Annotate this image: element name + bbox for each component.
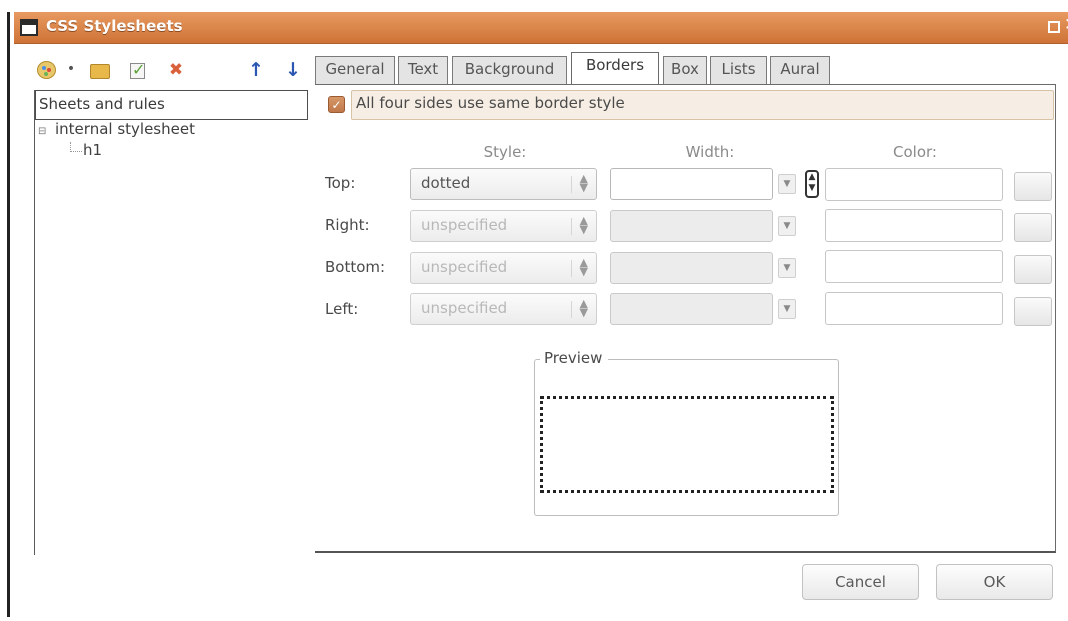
border-preview-box [540,396,834,493]
tree-branch-line [70,142,82,152]
column-header-style: Style: [483,143,527,161]
tab-general[interactable]: General [315,56,395,84]
left-color-input[interactable] [825,292,1003,325]
left-style-value: unspecified [421,299,508,317]
tab-aural[interactable]: Aural [770,56,830,84]
spin-arrows-icon: ▲ ▼ [579,172,588,194]
same-style-checkbox[interactable]: ✓ [328,96,345,113]
maximize-icon[interactable] [1048,21,1060,33]
palette-icon[interactable] [34,58,58,82]
spin-arrows-icon: ▲ ▼ [579,214,588,236]
title-bar[interactable]: CSS Stylesheets ✕ [14,12,1068,44]
window-title: CSS Stylesheets [46,17,183,35]
tree-header[interactable]: Sheets and rules [35,90,308,120]
top-width-input[interactable] [610,168,773,200]
top-style-value: dotted [421,174,471,192]
top-color-input[interactable] [825,168,1003,201]
tree-item-internal-stylesheet[interactable]: internal stylesheet [55,120,195,138]
bottom-width-input[interactable] [610,252,773,284]
column-header-width: Width: [685,143,735,161]
bottom-color-input[interactable] [825,250,1003,283]
left-style-select[interactable]: unspecified ▲ ▼ [410,293,597,325]
ok-button[interactable]: OK [936,564,1053,600]
right-width-input[interactable] [610,210,773,242]
row-label-right: Right: [325,216,370,234]
collapse-icon[interactable]: ⊟ [38,126,46,137]
close-icon[interactable]: ✕ [1064,15,1068,35]
tab-borders[interactable]: Borders [571,52,659,85]
bottom-width-dropdown[interactable]: ▼ [778,258,796,278]
tree-item-h1[interactable]: h1 [83,141,102,159]
bottom-color-picker-button[interactable] [1014,255,1052,284]
left-width-input[interactable] [610,293,773,325]
edit-rule-icon[interactable]: ✓ [124,58,148,82]
tab-lists[interactable]: Lists [710,56,767,84]
top-width-dropdown[interactable]: ▼ [778,174,796,194]
right-style-value: unspecified [421,216,508,234]
window-frame-edge [7,12,10,617]
right-color-picker-button[interactable] [1014,213,1052,242]
row-label-top: Top: [325,174,356,192]
tab-text[interactable]: Text [398,56,448,84]
left-color-picker-button[interactable] [1014,297,1052,326]
dropdown-dot-icon[interactable]: • [66,58,76,82]
right-color-input[interactable] [825,209,1003,242]
window-icon [20,19,38,36]
spin-arrows-icon: ▲ ▼ [579,256,588,278]
cancel-button[interactable]: Cancel [802,564,919,600]
stylesheet-tree[interactable]: Sheets and rules ⊟ internal stylesheet h… [34,90,308,555]
spin-arrows-icon: ▲ ▼ [579,297,588,319]
row-label-bottom: Bottom: [325,258,386,276]
tab-box[interactable]: Box [663,56,707,84]
right-width-dropdown[interactable]: ▼ [778,216,796,236]
preview-label: Preview [540,349,609,367]
bottom-style-select[interactable]: unspecified ▲ ▼ [410,252,597,284]
move-up-icon[interactable]: ↑ [244,58,268,82]
move-down-icon[interactable]: ↓ [281,58,305,82]
import-folder-icon[interactable] [86,58,110,82]
row-label-left: Left: [325,300,359,318]
tab-background[interactable]: Background [452,56,567,84]
left-width-dropdown[interactable]: ▼ [778,299,796,319]
right-style-select[interactable]: unspecified ▲ ▼ [410,210,597,242]
bottom-style-value: unspecified [421,258,508,276]
same-style-label[interactable]: All four sides use same border style [356,94,625,112]
top-style-select[interactable]: dotted ▲ ▼ [410,168,597,200]
delete-icon[interactable]: ✖ [164,58,188,82]
unit-toggle-icon[interactable]: ▲ ▼ [805,170,819,198]
column-header-color: Color: [893,143,937,161]
top-color-picker-button[interactable] [1014,172,1052,201]
